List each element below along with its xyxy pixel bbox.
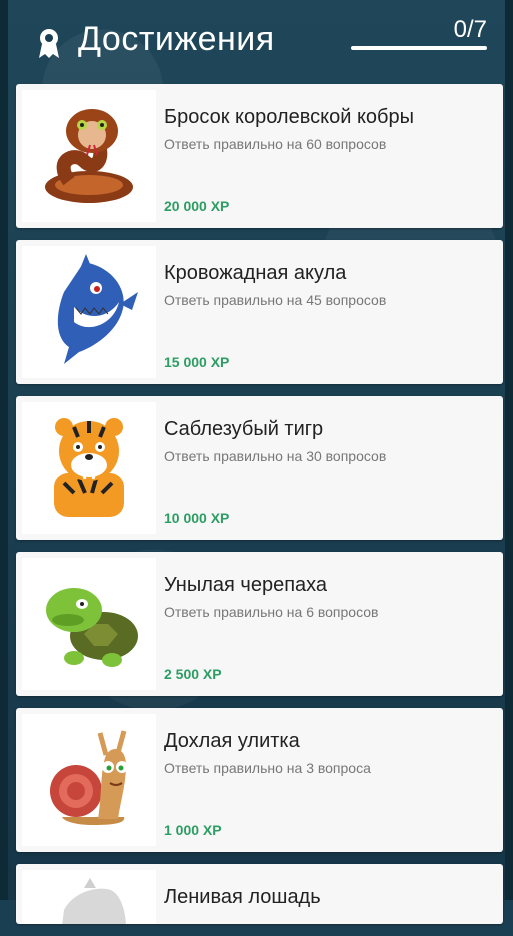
achievement-picture — [22, 402, 156, 534]
achievement-name: Бросок королевской кобры — [164, 106, 414, 128]
achievement-picture — [22, 714, 156, 846]
achievement-name: Ленивая лошадь — [164, 886, 321, 908]
achievement-xp: 2 500 XP — [164, 666, 222, 682]
cobra-icon — [45, 109, 133, 203]
achievement-counter: 0/7 — [453, 16, 487, 43]
achievement-xp: 20 000 XP — [164, 198, 230, 214]
achievement-card[interactable]: Кровожадная акула Ответь правильно на 45… — [16, 240, 503, 384]
achievement-picture — [22, 558, 156, 690]
achievement-name: Саблезубый тигр — [164, 418, 324, 440]
achievement-name: Кровожадная акула — [164, 262, 347, 284]
tiger-icon — [54, 418, 124, 517]
achievement-badge-icon — [39, 29, 59, 58]
achievement-progress-bar — [351, 46, 487, 50]
turtle-icon — [46, 588, 138, 667]
achievement-xp: 1 000 XP — [164, 822, 222, 838]
achievement-name: Унылая черепаха — [164, 574, 328, 596]
achievement-description: Ответь правильно на 45 вопросов — [164, 292, 387, 308]
horse-icon — [62, 878, 126, 924]
frame-left — [0, 0, 8, 900]
achievement-picture — [22, 90, 156, 222]
achievement-list[interactable]: Бросок королевской кобры Ответь правильн… — [16, 84, 503, 936]
achievement-card[interactable]: Унылая черепаха Ответь правильно на 6 во… — [16, 552, 503, 696]
achievement-xp: 15 000 XP — [164, 354, 230, 370]
achievement-card[interactable]: Бросок королевской кобры Ответь правильн… — [16, 84, 503, 228]
frame-right — [505, 0, 513, 900]
achievement-picture — [22, 246, 156, 378]
achievement-description: Ответь правильно на 60 вопросов — [164, 136, 387, 152]
achievement-card[interactable]: Ленивая лошадь — [16, 864, 503, 924]
header: Достижения 0/7 — [0, 0, 513, 80]
achievement-xp: 10 000 XP — [164, 510, 230, 526]
achievement-card[interactable]: Саблезубый тигр Ответь правильно на 30 в… — [16, 396, 503, 540]
achievement-description: Ответь правильно на 3 вопроса — [164, 760, 371, 776]
achievement-picture — [22, 870, 156, 924]
achievement-description: Ответь правильно на 6 вопросов — [164, 604, 379, 620]
shark-icon — [57, 254, 138, 364]
page-title: Достижения — [78, 20, 275, 58]
achievement-name: Дохлая улитка — [164, 730, 300, 752]
achievement-description: Ответь правильно на 30 вопросов — [164, 448, 387, 464]
achievement-card[interactable]: Дохлая улитка Ответь правильно на 3 вопр… — [16, 708, 503, 852]
snail-icon — [50, 730, 128, 825]
